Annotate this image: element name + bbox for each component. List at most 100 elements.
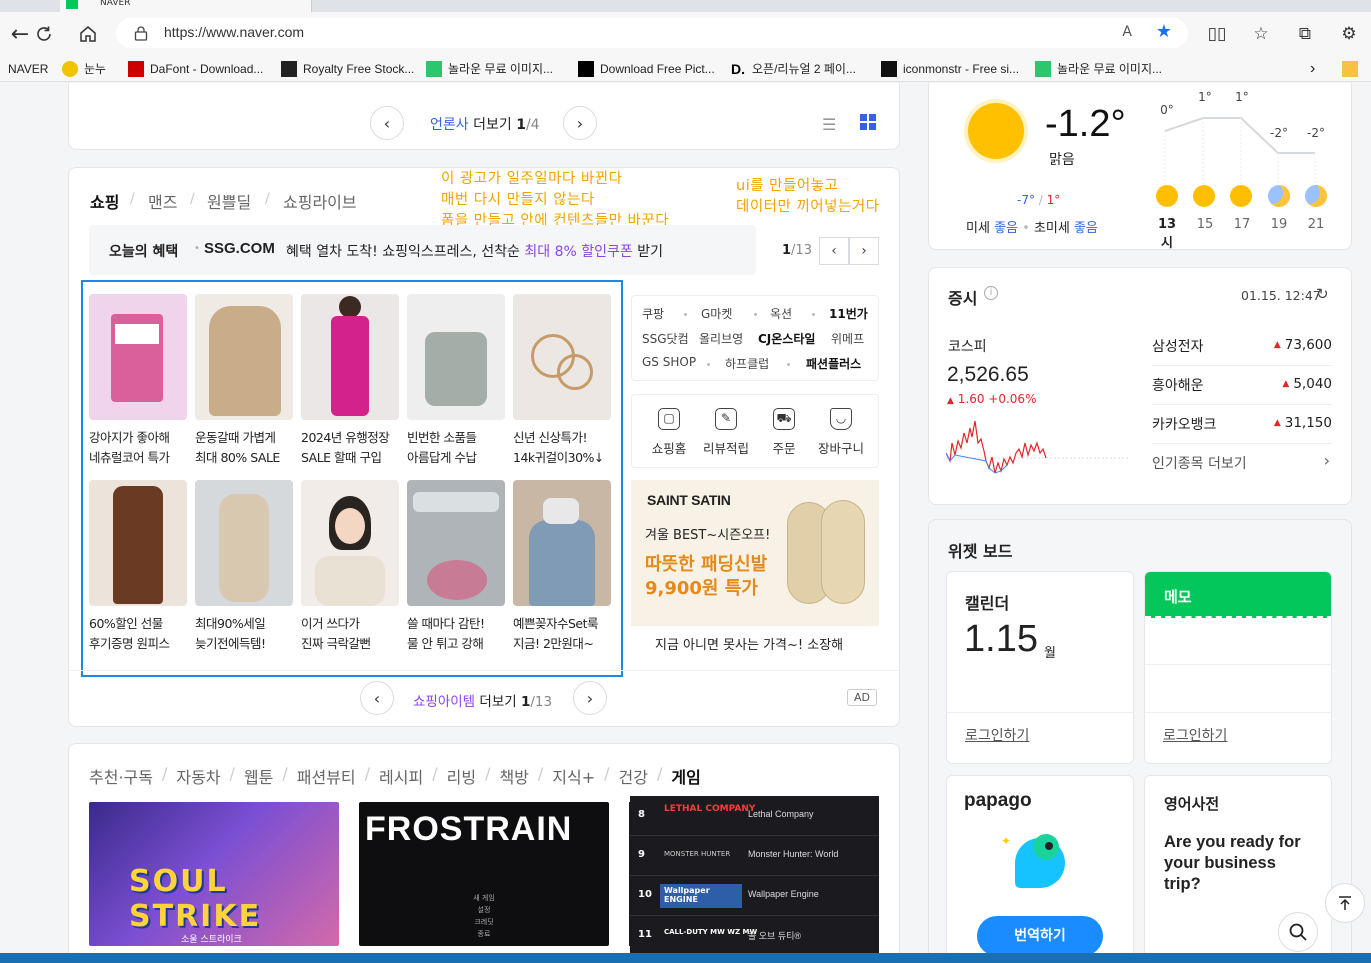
mall-link[interactable]: 하프클럽 (725, 355, 769, 372)
mall-link[interactable]: 옥션 (770, 305, 792, 322)
ad-badge[interactable]: AD (847, 689, 877, 706)
ad-caption[interactable]: 지금 아니면 못사는 가격~! 소장해 (655, 634, 843, 653)
tab-shopping-live[interactable]: 쇼핑라이브 (283, 189, 357, 213)
split-screen-icon[interactable]: ▯▯ (1205, 22, 1229, 46)
grid-view-icon[interactable] (860, 114, 876, 134)
review-points-link[interactable]: ✎ 리뷰적립 (698, 408, 754, 457)
mall-link[interactable]: G마켓 (701, 305, 732, 322)
game-rank-row[interactable]: 10 Wallpaper ENGINE Wallpaper Engine (630, 876, 879, 916)
shopping-prev-button[interactable]: ‹ (360, 681, 394, 715)
game-rank-row[interactable]: 9 MONSTER HUNTER Monster Hunter: World (630, 836, 879, 876)
browser-tab[interactable]: NAVER (60, 0, 312, 12)
scroll-to-top-button[interactable] (1325, 883, 1365, 923)
product-card[interactable]: 60%할인 선물 후기증명 원피스 (89, 480, 187, 654)
bookmark-gettyimages[interactable]: Royalty Free Stock... (281, 60, 414, 77)
search-icon[interactable] (1278, 912, 1318, 952)
news-prev-button[interactable]: ‹ (370, 106, 404, 140)
moon-icon (1268, 185, 1290, 207)
stock-item[interactable]: 삼성전자 73,600 (1152, 328, 1332, 366)
translate-button[interactable]: 번역하기 (977, 916, 1103, 953)
index-name[interactable]: 코스피 (948, 336, 987, 356)
bookmark-noonnu[interactable]: 눈누 (62, 60, 106, 77)
tab-shopping[interactable]: 쇼핑 (90, 189, 119, 213)
bookmark-pixabay-1[interactable]: 놀라운 무료 이미지... (426, 60, 553, 77)
orders-link[interactable]: ⛟ 주문 (756, 408, 812, 457)
cart-link[interactable]: ◡ 장바구니 (813, 408, 869, 457)
tab-living[interactable]: 리빙 (447, 764, 476, 788)
ad-banner[interactable]: SAINT SATIN 겨울 BEST~시즌오프! 따뜻한 패딩신발 9,900… (631, 480, 879, 626)
game-rank-row[interactable]: 8 LETHAL COMPANY Lethal Company (630, 796, 879, 836)
dust-info[interactable]: 미세 좋음 • 초미세 좋음 (966, 217, 1098, 236)
bookmarks-overflow-chevron-icon[interactable]: › (1310, 60, 1315, 77)
stock-item[interactable]: 카카오뱅크 31,150 (1152, 406, 1332, 444)
popular-stocks-link[interactable]: 인기종목 더보기 › (1152, 451, 1332, 473)
product-card[interactable]: 쓸 때마다 감탄! 물 안 튀고 강해 (407, 480, 505, 654)
bookmark-dafont[interactable]: DaFont - Download... (128, 60, 263, 77)
memo-login-link[interactable]: 로그인하기 (1163, 725, 1227, 745)
mall-link[interactable]: 쿠팡 (642, 305, 664, 322)
news-next-button[interactable]: › (563, 106, 597, 140)
product-image (89, 294, 187, 420)
favorites-icon[interactable]: ☆ (1249, 22, 1273, 46)
benefit-prev-button[interactable]: ‹ (819, 237, 849, 265)
info-icon[interactable]: i (984, 286, 998, 300)
tab-fashion-beauty[interactable]: 패션뷰티 (297, 764, 356, 788)
read-aloud-icon[interactable]: A (1122, 24, 1132, 40)
naver-page: ‹ 언론사 더보기 1/4 › ☰ 쇼핑 / 맨즈 / 원쁠딜 / 쇼핑라이브 … (0, 83, 1371, 953)
stock-title[interactable]: 증시 (948, 285, 977, 309)
bookmark-iconmonstr[interactable]: iconmonstr - Free si... (881, 60, 1019, 77)
product-card[interactable]: 이거 쓰다가 진짜 극락갈뻔 (301, 480, 399, 654)
mall-link[interactable]: GS SHOP (642, 355, 696, 369)
home-icon[interactable] (74, 20, 102, 48)
bookmark-pixabay-2[interactable]: 놀라운 무료 이미지... (1035, 60, 1162, 77)
product-card[interactable]: 신년 신상특가! 14k귀걸이30%↓ (513, 294, 611, 468)
mall-link[interactable]: 패션플러스 (806, 355, 861, 372)
product-card[interactable]: 운동갈때 가볍게 최대 80% SALE (195, 294, 293, 468)
calendar-login-link[interactable]: 로그인하기 (965, 725, 1029, 745)
tab-knowledge[interactable]: 지식+ (552, 764, 595, 788)
game-card-soul-strike[interactable]: SOUL STRIKE 소울 스트라이크 (89, 802, 339, 946)
weather-condition: 맑음 (1049, 152, 1075, 168)
shopping-home-link[interactable]: ▢ 쇼핑홈 (641, 408, 697, 457)
mall-link[interactable]: CJ온스타일 (758, 330, 815, 347)
game-rank-row[interactable]: 11 CALL-DUTY MW WZ MW 콜 오브 듀티® (630, 916, 879, 953)
collections-icon[interactable]: ⧉ (1293, 22, 1317, 46)
stock-item[interactable]: 흥아해운 5,040 (1152, 367, 1332, 405)
tab-oneplus-deal[interactable]: 원쁠딜 (207, 189, 251, 213)
mall-link[interactable]: 11번가 (829, 305, 868, 322)
chevron-right-icon: › (1323, 451, 1330, 470)
shopping-next-button[interactable]: › (573, 681, 607, 715)
extensions-icon[interactable]: ⚙ (1337, 22, 1361, 46)
refresh-icon[interactable] (30, 20, 58, 48)
tab-mens[interactable]: 맨즈 (148, 189, 177, 213)
list-view-icon[interactable]: ☰ (822, 115, 836, 134)
bookmark-unsplash[interactable]: Download Free Pict... (578, 60, 715, 77)
mall-link[interactable]: 올리브영 (699, 330, 743, 347)
tab-recommend[interactable]: 추천·구독 (89, 764, 153, 788)
product-card[interactable]: 예쁜꽂자수Set룩 지금! 2만원대~ (513, 480, 611, 654)
refresh-icon[interactable]: ↻ (1316, 285, 1329, 303)
tab-webtoon[interactable]: 웹툰 (244, 764, 273, 788)
favorite-star-icon[interactable]: ★ (1156, 21, 1172, 42)
product-card[interactable]: 강아지가 좋아해 네츄럴코어 특가 (89, 294, 187, 468)
mall-link[interactable]: SSG닷컴 (642, 330, 689, 347)
bookmark-d[interactable]: D. 오픈/리뉴얼 2 페이... (730, 60, 856, 77)
bookmark-naver[interactable]: NAVER (8, 60, 48, 77)
pixabay-icon (426, 60, 442, 77)
product-card[interactable]: 2024년 유행정장 SALE 할때 구입 (301, 294, 399, 468)
mall-link[interactable]: 위메프 (831, 330, 864, 347)
tab-game[interactable]: 게임 (671, 764, 700, 788)
other-favorites-folder-icon[interactable] (1342, 60, 1364, 77)
benefit-next-button[interactable]: › (849, 237, 879, 265)
tab-books[interactable]: 책방 (499, 764, 528, 788)
product-image (407, 480, 505, 606)
tab-cars[interactable]: 자동차 (176, 764, 220, 788)
address-bar[interactable]: https://www.naver.com A ★ (116, 18, 1188, 48)
product-card[interactable]: 최대90%세일 늦기전에득템! (195, 480, 293, 654)
product-image (301, 294, 399, 420)
tab-recipe[interactable]: 레시피 (379, 764, 423, 788)
tab-health[interactable]: 건강 (619, 764, 648, 788)
benefit-bar[interactable]: 오늘의 혜택 • SSG.COM 혜택 열차 도착! 쇼핑익스프레스, 선착순 … (89, 225, 756, 275)
product-card[interactable]: 빈번한 소품들 아름답게 수납 (407, 294, 505, 468)
game-card-frostrain[interactable]: FROSTRAIN 새 게임 설정 크레딧 종료 (359, 802, 609, 946)
